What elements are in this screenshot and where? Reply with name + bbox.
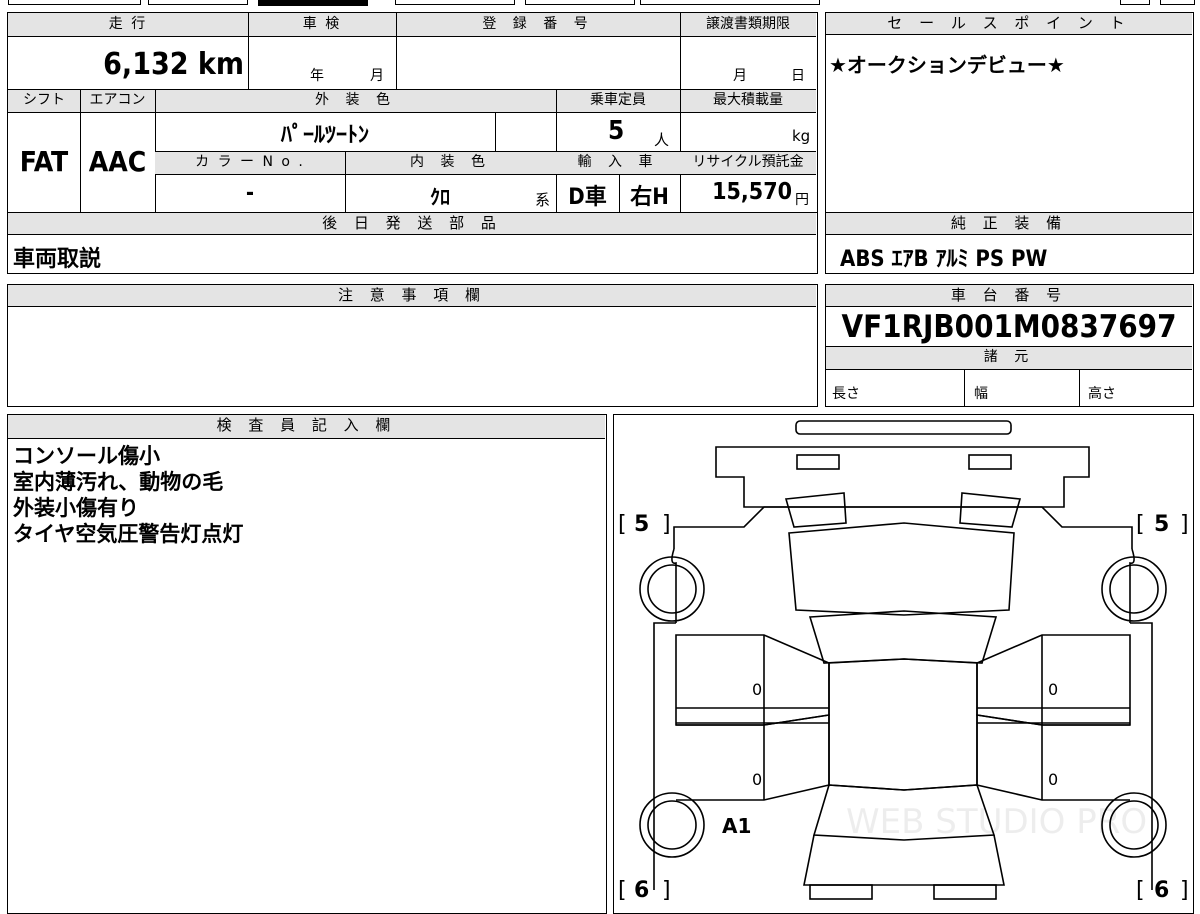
shift-value: FAT bbox=[19, 145, 69, 178]
length-label: 長さ bbox=[832, 386, 860, 402]
recycle-unit: 円 bbox=[795, 192, 809, 208]
door-mark-fr: 0 bbox=[1048, 680, 1058, 699]
tire-front-right: 5 bbox=[1154, 512, 1169, 537]
door-mark-rl: 0 bbox=[752, 770, 762, 789]
later-shipping-header: 後 日 発 送 部 品 bbox=[8, 213, 816, 235]
door-mark-fl: 0 bbox=[752, 680, 762, 699]
chassis-box: 車 台 番 号 VF1RJB001M0837697 諸 元 長さ 幅 高さ bbox=[825, 284, 1194, 407]
inspector-line: コンソール傷小 bbox=[13, 444, 160, 468]
exterior-color-header: 外 装 色 bbox=[315, 92, 396, 108]
transfer-day-unit: 日 bbox=[791, 68, 805, 84]
import-header: 輸 入 車 bbox=[577, 154, 659, 170]
width-label: 幅 bbox=[974, 386, 988, 402]
inspector-box: 検 査 員 記 入 欄 コンソール傷小 室内薄汚れ、動物の毛 外装小傷有り タイ… bbox=[7, 414, 607, 914]
recycle-header: リサイクル預託金 bbox=[692, 154, 804, 170]
recycle-value: 15,570 bbox=[712, 179, 792, 205]
max-load-unit: kg bbox=[792, 127, 811, 145]
mileage-value: 6,132 km bbox=[103, 47, 244, 82]
bracket-fl-open: [ bbox=[618, 512, 627, 537]
inspector-line: 室内薄汚れ、動物の毛 bbox=[13, 470, 224, 494]
transfer-doc-header: 譲渡書類期限 bbox=[706, 16, 790, 32]
tire-front-left: 5 bbox=[634, 512, 649, 537]
height-label: 高さ bbox=[1088, 386, 1116, 402]
registration-header: 登 録 番 号 bbox=[482, 16, 594, 32]
capacity-header: 乗車定員 bbox=[590, 92, 646, 108]
tire-rear-right: 6 bbox=[1154, 878, 1169, 901]
import-value: D車 bbox=[568, 185, 607, 210]
inspection-header: 車 検 bbox=[302, 16, 342, 32]
inspector-line: タイヤ空気圧警告灯点灯 bbox=[13, 522, 244, 546]
chassis-value: VF1RJB001M0837697 bbox=[841, 309, 1177, 345]
car-diagram-box: [ 5 ] [ 5 ] [ 6 ] [ 6 ] 0 0 0 0 A1 WEB S… bbox=[613, 414, 1194, 914]
later-shipping-box: 後 日 発 送 部 品 車両取説 bbox=[7, 212, 818, 274]
chassis-header: 車 台 番 号 bbox=[826, 285, 1192, 307]
bracket-rr-close: ] bbox=[1180, 878, 1189, 901]
bracket-rl-open: [ bbox=[618, 878, 627, 901]
max-load-header: 最大積載量 bbox=[713, 92, 783, 108]
notes-box: 注 意 事 項 欄 bbox=[7, 284, 818, 407]
interior-color-header: 内 装 色 bbox=[410, 154, 491, 170]
watermark: WEB STUDIO PRO bbox=[846, 802, 1147, 842]
genuine-equipment-box: 純 正 装 備 ABS ｴｱB ｱﾙﾐ PS PW bbox=[825, 212, 1194, 274]
specs-header: 諸 元 bbox=[983, 349, 1035, 365]
bracket-rl-close: ] bbox=[662, 878, 671, 901]
capacity-value: 5 bbox=[608, 116, 625, 146]
genuine-equipment-text: ABS ｴｱB ｱﾙﾐ PS PW bbox=[840, 247, 1048, 272]
inspector-line: 外装小傷有り bbox=[13, 496, 139, 520]
color-no-value: - bbox=[245, 181, 255, 206]
inspection-year-unit: 年 bbox=[310, 68, 324, 84]
damage-code: A1 bbox=[722, 814, 751, 838]
bracket-fl-close: ] bbox=[662, 512, 671, 537]
aircon-value: AAC bbox=[88, 145, 147, 178]
sales-points-box: セ ー ル ス ポ イ ン ト ★オークションデビュー★ bbox=[825, 12, 1194, 213]
mileage-header: 走 行 bbox=[108, 16, 148, 32]
shift-header: シフト bbox=[23, 92, 65, 108]
sales-points-text: ★オークションデビュー★ bbox=[829, 53, 1065, 77]
later-shipping-text: 車両取説 bbox=[13, 247, 102, 272]
aircon-header: エアコン bbox=[89, 92, 146, 108]
capacity-unit: 人 bbox=[654, 131, 670, 149]
handle-value: 右H bbox=[630, 185, 669, 210]
top-cropped-strip bbox=[0, 0, 1200, 8]
sales-points-header: セ ー ル ス ポ イ ン ト bbox=[826, 13, 1192, 35]
door-mark-rr: 0 bbox=[1048, 770, 1058, 789]
interior-color-value: ｸﾛ bbox=[430, 185, 450, 209]
tire-rear-left: 6 bbox=[634, 878, 649, 901]
exterior-color-value: ﾊﾟｰﾙﾂｰﾄﾝ bbox=[280, 123, 369, 148]
transfer-month-unit: 月 bbox=[733, 68, 747, 84]
inspection-month-unit: 月 bbox=[370, 68, 384, 84]
bracket-fr-open: [ bbox=[1136, 512, 1145, 537]
bracket-fr-close: ] bbox=[1180, 512, 1189, 537]
inspector-lines: コンソール傷小 室内薄汚れ、動物の毛 外装小傷有り タイヤ空気圧警告灯点灯 bbox=[13, 443, 243, 547]
color-no-header: カ ラ ー N o . bbox=[195, 154, 305, 170]
inspector-header: 検 査 員 記 入 欄 bbox=[8, 415, 605, 439]
vehicle-info-table: 走 行 車 検 登 録 番 号 譲渡書類期限 6,132 km 年 月 月 日 … bbox=[7, 12, 818, 213]
bracket-rr-open: [ bbox=[1136, 878, 1145, 901]
notes-header: 注 意 事 項 欄 bbox=[8, 285, 816, 307]
genuine-equipment-header: 純 正 装 備 bbox=[826, 213, 1192, 235]
car-diagram: [ 5 ] [ 5 ] [ 6 ] [ 6 ] 0 0 0 0 A1 WEB S… bbox=[618, 420, 1189, 901]
interior-color-suffix: 系 bbox=[535, 191, 551, 209]
